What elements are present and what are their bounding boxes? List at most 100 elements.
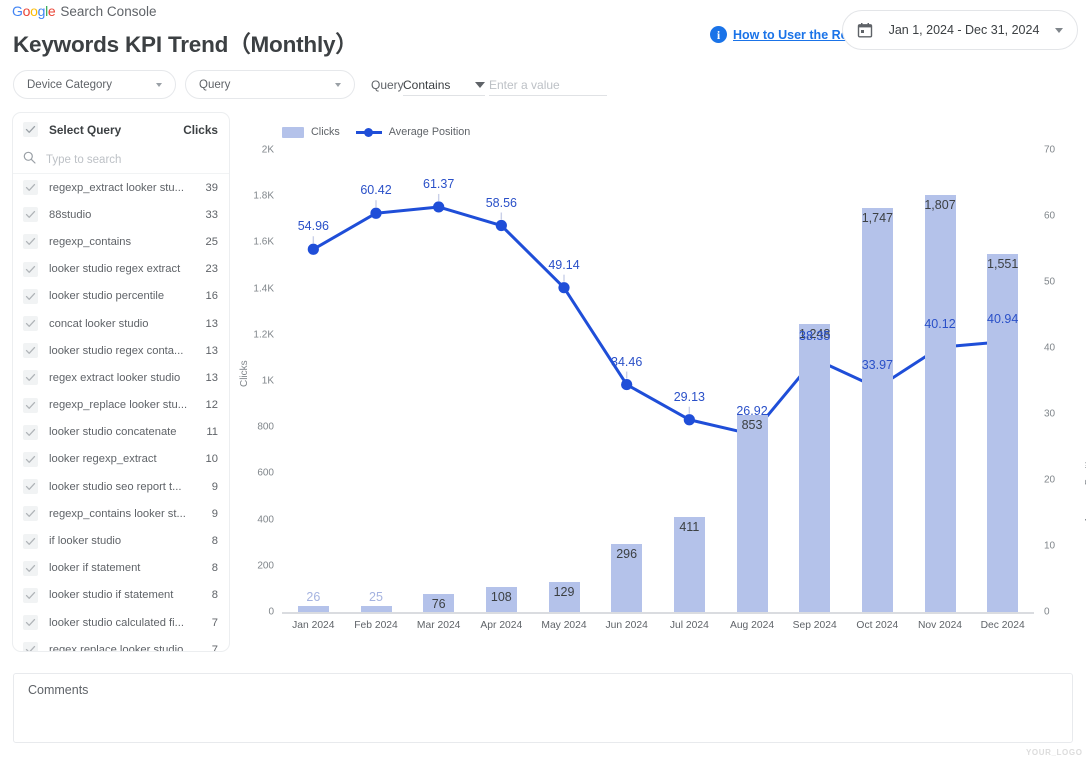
list-item[interactable]: if looker studio8 [13, 527, 229, 554]
google-logo: Google [12, 3, 55, 19]
list-item[interactable]: regexp_contains25 [13, 228, 229, 255]
check-icon[interactable] [23, 122, 38, 137]
y-axis-tick-right: 50 [1044, 277, 1070, 288]
legend-swatch-clicks [282, 127, 304, 138]
bar[interactable] [987, 254, 1018, 612]
calendar-icon [857, 22, 873, 38]
comments-box[interactable]: Comments [13, 673, 1073, 743]
list-item-clicks: 8 [212, 562, 218, 574]
y-axis-tick-right: 30 [1044, 409, 1070, 420]
check-icon[interactable] [23, 370, 38, 385]
list-item-clicks: 11 [206, 426, 218, 438]
check-icon[interactable] [23, 262, 38, 277]
legend-item-clicks[interactable]: Clicks [282, 126, 340, 138]
check-icon[interactable] [23, 479, 38, 494]
list-item-clicks: 8 [212, 589, 218, 601]
legend-label-clicks: Clicks [311, 126, 340, 138]
list-item[interactable]: looker studio regex conta...13 [13, 337, 229, 364]
list-item-label: looker studio calculated fi... [49, 617, 212, 629]
check-icon[interactable] [23, 207, 38, 222]
check-icon[interactable] [23, 642, 38, 651]
point-value-label: 60.42 [360, 183, 391, 197]
list-item[interactable]: regexp_replace looker stu...12 [13, 392, 229, 419]
list-item[interactable]: regex replace looker studio7 [13, 636, 229, 651]
query-dimension-dropdown[interactable]: Query [185, 70, 355, 99]
device-category-dropdown[interactable]: Device Category [13, 70, 176, 99]
check-icon[interactable] [23, 234, 38, 249]
y-axis-tick-left: 800 [242, 422, 274, 433]
list-item-clicks: 25 [206, 236, 218, 248]
list-item[interactable]: concat looker studio13 [13, 310, 229, 337]
bar[interactable] [737, 415, 768, 612]
bar[interactable] [862, 208, 893, 612]
x-axis-tick: Mar 2024 [417, 620, 461, 631]
query-operator-select[interactable]: Contains [403, 74, 485, 96]
search-input[interactable] [46, 154, 219, 166]
bar[interactable] [925, 195, 956, 612]
list-item[interactable]: regexp_extract looker stu...39 [13, 174, 229, 201]
data-point[interactable] [621, 379, 632, 390]
list-item-label: regex replace looker studio [49, 644, 212, 651]
data-point[interactable] [370, 208, 381, 219]
query-select-panel: Select Query Clicks regexp_extract looke… [12, 112, 230, 652]
date-range-picker[interactable]: Jan 1, 2024 - Dec 31, 2024 [842, 10, 1078, 50]
list-item[interactable]: looker studio if statement8 [13, 582, 229, 609]
point-value-label: 40.12 [924, 317, 955, 331]
logo-letter-e: e [48, 3, 56, 19]
list-item[interactable]: looker studio seo report t...9 [13, 473, 229, 500]
list-item[interactable]: looker studio percentile16 [13, 283, 229, 310]
list-item[interactable]: looker studio regex extract23 [13, 256, 229, 283]
check-icon[interactable] [23, 343, 38, 358]
list-item[interactable]: looker studio calculated fi...7 [13, 609, 229, 636]
check-icon[interactable] [23, 615, 38, 630]
query-search-row [13, 146, 229, 174]
check-icon[interactable] [23, 588, 38, 603]
list-item-label: regexp_contains looker st... [49, 508, 212, 520]
data-point[interactable] [496, 220, 507, 231]
bar-value-label: 853 [742, 418, 763, 432]
query-value-input[interactable] [489, 74, 607, 96]
check-icon[interactable] [23, 452, 38, 467]
chart-legend: Clicks Average Position [282, 126, 470, 138]
list-item-clicks: 10 [206, 453, 218, 465]
check-icon[interactable] [23, 561, 38, 576]
list-item-label: looker studio concatenate [49, 426, 206, 438]
y-axis-tick-left: 2K [242, 145, 274, 156]
y-axis-tick-right: 10 [1044, 541, 1070, 552]
check-icon[interactable] [23, 425, 38, 440]
list-item-clicks: 12 [206, 399, 218, 411]
check-icon[interactable] [23, 289, 38, 304]
check-icon[interactable] [23, 534, 38, 549]
watermark-logo: YOUR_LOGO [1026, 748, 1083, 757]
bar[interactable] [298, 606, 329, 612]
query-list[interactable]: regexp_extract looker stu...3988studio33… [13, 174, 229, 651]
check-icon[interactable] [23, 506, 38, 521]
list-item-clicks: 33 [206, 209, 218, 221]
list-item[interactable]: looker if statement8 [13, 555, 229, 582]
bar[interactable] [361, 606, 392, 612]
list-item-clicks: 7 [212, 617, 218, 629]
list-item[interactable]: looker regexp_extract10 [13, 446, 229, 473]
legend-item-average-position[interactable]: Average Position [356, 126, 470, 138]
list-item[interactable]: 88studio33 [13, 201, 229, 228]
bar[interactable] [799, 324, 830, 612]
logo-letter-o2: o [30, 3, 38, 19]
page-title: Keywords KPI Trend（Monthly） [13, 27, 358, 59]
check-icon[interactable] [23, 180, 38, 195]
list-item-label: 88studio [49, 209, 206, 221]
query-panel-metric-header: Clicks [183, 123, 218, 137]
device-category-label: Device Category [27, 79, 156, 91]
list-item[interactable]: regex extract looker studio13 [13, 364, 229, 391]
data-point[interactable] [308, 244, 319, 255]
data-point[interactable] [433, 201, 444, 212]
check-icon[interactable] [23, 316, 38, 331]
data-point[interactable] [558, 282, 569, 293]
check-icon[interactable] [23, 398, 38, 413]
query-panel-header: Select Query Clicks [13, 113, 229, 146]
chevron-down-icon[interactable] [1055, 28, 1063, 33]
chart-panel: Clicks Average Position Clicks Average P… [236, 112, 1082, 652]
list-item[interactable]: regexp_contains looker st...9 [13, 500, 229, 527]
data-point[interactable] [684, 414, 695, 425]
chevron-down-icon [475, 82, 485, 88]
list-item[interactable]: looker studio concatenate11 [13, 419, 229, 446]
